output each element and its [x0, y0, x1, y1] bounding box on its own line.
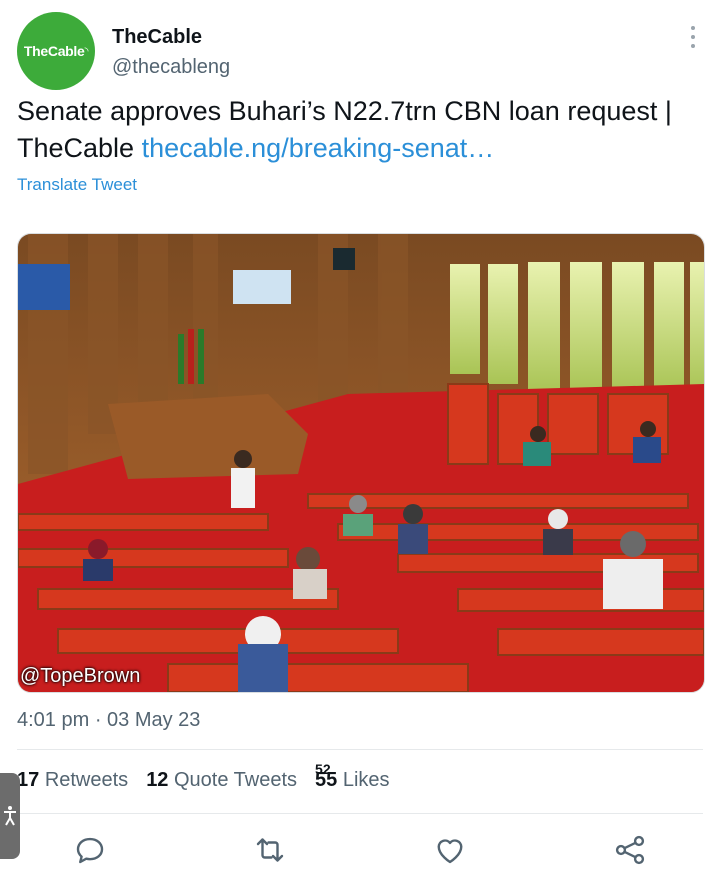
likes-count: 52 55 [315, 761, 337, 792]
retweets-label: Retweets [44, 769, 129, 791]
heart-icon[interactable] [432, 832, 468, 868]
senate-chamber-photo [18, 234, 704, 692]
retweets-stat[interactable]: 17 Retweets [17, 769, 128, 792]
divider [17, 813, 703, 814]
likes-label: Likes [342, 769, 390, 791]
photo-credit: @TopeBrown [20, 665, 141, 687]
share-icon[interactable] [612, 832, 648, 868]
retweet-icon[interactable] [252, 832, 288, 868]
translate-tweet-link[interactable]: Translate Tweet [17, 175, 137, 195]
avatar[interactable]: TheCable ◝ [17, 12, 95, 90]
likes-count-overlay: 52 [315, 761, 331, 777]
quote-tweets-label: Quote Tweets [174, 769, 298, 791]
tweet-text: Senate approves Buhari’s N22.7trn CBN lo… [17, 93, 707, 167]
avatar-logo-mark: ◝ [84, 45, 89, 57]
account-name[interactable]: TheCable [112, 26, 202, 49]
quote-tweets-count: 12 [146, 769, 169, 791]
tweet-actions [0, 828, 720, 872]
more-options-icon[interactable] [690, 26, 696, 48]
quote-tweets-stat[interactable]: 12 Quote Tweets [146, 769, 297, 792]
retweets-count: 17 [17, 769, 40, 791]
engagement-stats: 17 Retweets 12 Quote Tweets 52 55 Likes [17, 761, 408, 792]
reply-icon[interactable] [72, 832, 108, 868]
divider [17, 749, 703, 750]
tweet-link[interactable]: thecable.ng/breaking-senat… [142, 133, 495, 163]
likes-stat[interactable]: 52 55 Likes [315, 761, 390, 792]
account-handle[interactable]: @thecableng [112, 56, 230, 79]
avatar-logo-text: TheCable [23, 43, 85, 59]
tweet-timestamp[interactable]: 4:01 pm · 03 May 23 [17, 709, 200, 732]
tweet-photo[interactable]: @TopeBrown [17, 233, 705, 693]
